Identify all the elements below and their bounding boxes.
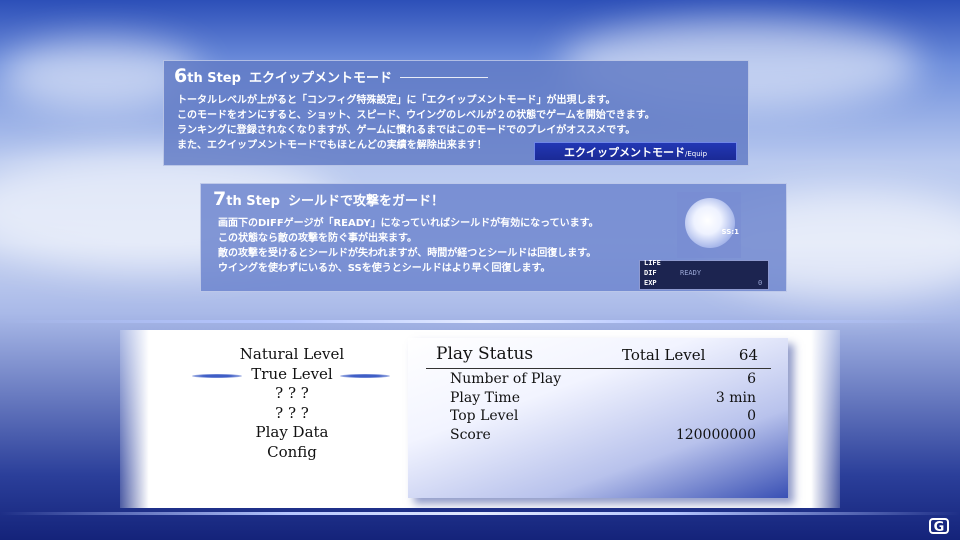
step6-line: ランキングに登録されなくなりますが、ゲームに慣れるまではこのモードでのプレイがオ… [177, 125, 636, 136]
orb-label: SS:1 [721, 228, 739, 236]
hud-exp-value: 0 [758, 279, 763, 287]
menu-item-natural-level[interactable]: Natural Level [200, 345, 384, 365]
step7-step-word: th Step [226, 194, 280, 209]
step6-heading: エクイップメントモード [248, 71, 392, 86]
stat-row-score: Score 120000000 [450, 427, 756, 446]
menu-item-locked-1[interactable]: ? ? ? [200, 384, 384, 404]
total-level-value: 64 [738, 346, 758, 364]
menu-item-config[interactable]: Config [200, 443, 384, 463]
hud-exp-label: EXP [644, 279, 657, 287]
selection-marker-right [340, 374, 390, 378]
main-menu: Natural Level True Level ? ? ? ? ? ? Pla… [200, 345, 384, 462]
step6-panel: 6th Step エクイップメントモード トータルレベルが上がると「コンフィグ特殊… [163, 60, 749, 166]
stat-label: Play Time [450, 390, 520, 406]
step6-title-rule [400, 77, 488, 78]
step7-line: この状態なら敵の攻撃を防ぐ事が出来ます。 [218, 233, 417, 244]
step6-step-word: th Step [187, 71, 241, 86]
step6-number: 6 [174, 65, 188, 87]
step7-line: 画面下のDIFFゲージが「READY」になっていればシールドが有効になっています… [218, 218, 599, 229]
step6-line: このモードをオンにすると、ショット、スピード、ウイングのレベルが２の状態でゲーム… [177, 110, 655, 121]
selection-marker-left [192, 374, 242, 378]
step7-panel: 7th Step シールドで攻撃をガード！ 画面下のDIFFゲージが「READY」… [200, 183, 787, 292]
play-status-title: Play Status [436, 344, 534, 364]
top-divider-stripe [0, 320, 960, 323]
equipment-mode-button: エクイップメントモード/Equip [534, 142, 737, 161]
bottom-divider-stripe [0, 512, 960, 515]
shield-example-image: SS:1 [677, 192, 741, 258]
step7-body: 画面下のDIFFゲージが「READY」になっていればシールドが有効になっています… [218, 216, 599, 276]
stat-value: 120000000 [675, 427, 756, 443]
menu-item-locked-2[interactable]: ? ? ? [200, 404, 384, 424]
step7-title: 7th Step シールドで攻撃をガード！ [213, 188, 444, 210]
step7-line: ウイングを使わずにいるか、SSを使うとシールドはより早く回復します。 [218, 263, 551, 274]
stat-value: 6 [747, 371, 756, 387]
stat-label: Score [450, 427, 491, 443]
step7-line: 敵の攻撃を受けるとシールドが失われますが、時間が経つとシールドは回復します。 [218, 248, 597, 259]
stat-row-number-of-play: Number of Play 6 [450, 371, 756, 390]
menu-item-play-data[interactable]: Play Data [200, 423, 384, 443]
equipment-mode-label: エクイップメントモード [563, 146, 685, 159]
step6-line: トータルレベルが上がると「コンフィグ特殊設定」に「エクイップメントモード」が出現… [177, 95, 616, 106]
stat-value: 0 [747, 408, 756, 424]
play-status-panel: Play Status Total Level 64 Number of Pla… [408, 338, 788, 498]
shield-orb-icon [685, 198, 735, 248]
diff-gauge-hud: LIFE DIF READY EXP 0 [639, 259, 769, 290]
step7-number: 7 [213, 188, 227, 210]
stat-label: Number of Play [450, 371, 562, 387]
watermark-logo-icon: G [929, 518, 949, 535]
total-level-label: Total Level [622, 346, 706, 364]
hud-dif-value: READY [680, 269, 702, 277]
stat-row-top-level: Top Level 0 [450, 408, 756, 427]
hud-dif-label: DIF [644, 269, 657, 277]
status-divider [426, 368, 771, 369]
hud-life-label: LIFE [644, 259, 661, 267]
step7-heading: シールドで攻撃をガード！ [287, 194, 444, 209]
stat-value: 3 min [715, 390, 756, 406]
equipment-mode-suffix: /Equip [684, 150, 708, 158]
stat-row-play-time: Play Time 3 min [450, 390, 756, 409]
stat-label: Top Level [450, 408, 519, 424]
step6-title: 6th Step エクイップメントモード [174, 65, 392, 87]
